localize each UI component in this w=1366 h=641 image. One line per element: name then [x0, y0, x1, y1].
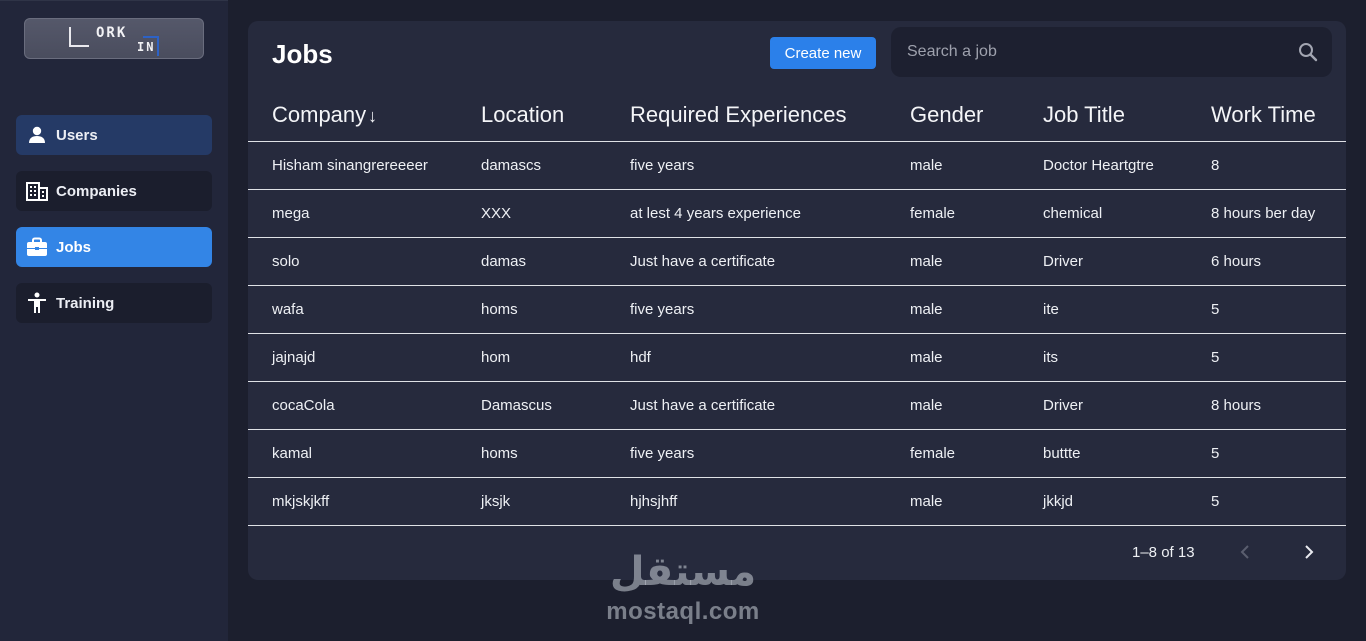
- cell-company: Hisham sinangrereeeer: [248, 141, 481, 190]
- cell-job-title: its: [1043, 333, 1211, 382]
- cell-work-time: 5: [1211, 333, 1346, 382]
- table-row[interactable]: mkjskjkff jksjk hjhsjhff male jkkjd 5: [248, 477, 1346, 526]
- table-row[interactable]: Hisham sinangrereeeer damascs five years ma…: [248, 141, 1346, 190]
- cell-company: mkjskjkff: [248, 477, 481, 526]
- column-header-required-experiences[interactable]: Required Experiences: [630, 89, 910, 142]
- person-stretch-icon: [26, 292, 48, 314]
- table-row[interactable]: jajnajd hom hdf male its 5: [248, 333, 1346, 382]
- cell-company: mega: [248, 189, 481, 238]
- watermark-logo: مستقل mostaql.com: [598, 548, 768, 630]
- column-header-location[interactable]: Location: [481, 89, 630, 142]
- cell-required-experiences: Just have a certificate: [630, 237, 910, 286]
- jobs-card: Jobs Create new Company↓ Location Requir…: [248, 21, 1346, 580]
- cell-company: wafa: [248, 285, 481, 334]
- cell-work-time: 5: [1211, 477, 1346, 526]
- cell-gender: male: [910, 333, 1043, 382]
- cell-required-experiences: at lest 4 years experience: [630, 189, 910, 238]
- create-new-button[interactable]: Create new: [770, 37, 876, 69]
- cell-company: jajnajd: [248, 333, 481, 382]
- cell-work-time: 5: [1211, 285, 1346, 334]
- cell-job-title: Driver: [1043, 237, 1211, 286]
- sidebar-item-label: Companies: [56, 182, 137, 200]
- cell-gender: male: [910, 237, 1043, 286]
- table-row[interactable]: kamal homs five years female buttte 5: [248, 429, 1346, 478]
- search-box: [891, 27, 1332, 77]
- cell-gender: male: [910, 381, 1043, 430]
- table-row[interactable]: solo damas Just have a certificate male Driv…: [248, 237, 1346, 286]
- cell-work-time: 8 hours ber day: [1211, 189, 1346, 238]
- cell-job-title: buttte: [1043, 429, 1211, 478]
- cell-location: homs: [481, 429, 630, 478]
- cell-required-experiences: five years: [630, 285, 910, 334]
- cell-job-title: chemical: [1043, 189, 1211, 238]
- table-row[interactable]: cocaCola Damascus Just have a certificate m…: [248, 381, 1346, 430]
- cell-gender: male: [910, 477, 1043, 526]
- cell-work-time: 8: [1211, 141, 1346, 190]
- column-header-work-time[interactable]: Work Time: [1211, 89, 1346, 142]
- cell-required-experiences: hdf: [630, 333, 910, 382]
- cell-job-title: ite: [1043, 285, 1211, 334]
- cell-work-time: 5: [1211, 429, 1346, 478]
- sidebar: ORK IN Users Companies Jobs Training: [0, 0, 228, 641]
- cell-gender: female: [910, 189, 1043, 238]
- cell-required-experiences: hjhsjhff: [630, 477, 910, 526]
- sidebar-item-training[interactable]: Training: [16, 283, 212, 323]
- cell-job-title: Doctor Heartgtre: [1043, 141, 1211, 190]
- chevron-right-icon[interactable]: [1302, 543, 1316, 566]
- pagination-range: 1–8 of 13: [1132, 544, 1195, 561]
- sidebar-item-companies[interactable]: Companies: [16, 171, 212, 211]
- column-header-job-title[interactable]: Job Title: [1043, 89, 1211, 142]
- app-logo[interactable]: ORK IN: [24, 18, 204, 59]
- cell-location: Damascus: [481, 381, 630, 430]
- cell-company: solo: [248, 237, 481, 286]
- cell-required-experiences: five years: [630, 141, 910, 190]
- sidebar-item-jobs[interactable]: Jobs: [16, 227, 212, 267]
- cell-work-time: 8 hours: [1211, 381, 1346, 430]
- logo-text-top: ORK: [96, 25, 128, 41]
- column-header-label: Company: [272, 101, 367, 127]
- cell-required-experiences: five years: [630, 429, 910, 478]
- sidebar-item-label: Jobs: [56, 238, 92, 256]
- user-icon: [26, 124, 48, 146]
- table-body: Hisham sinangrereeeer damascs five years ma…: [248, 141, 1346, 526]
- briefcase-icon: [26, 236, 48, 258]
- sidebar-item-label: Users: [56, 126, 98, 144]
- cell-required-experiences: Just have a certificate: [630, 381, 910, 430]
- cell-location: jksjk: [481, 477, 630, 526]
- cell-company: kamal: [248, 429, 481, 478]
- cell-gender: female: [910, 429, 1043, 478]
- watermark-arabic-text: مستقل: [609, 549, 757, 595]
- logo-text-bottom: IN: [137, 40, 156, 54]
- search-icon[interactable]: [1298, 42, 1318, 67]
- page-title: Jobs: [272, 39, 333, 69]
- cell-location: homs: [481, 285, 630, 334]
- watermark-latin-text: mostaql.com: [606, 598, 760, 625]
- table-header-row: Company ↓ Location Required Experiences G…: [248, 89, 1346, 142]
- pagination: 1–8 of 13: [248, 541, 1346, 565]
- jobs-table: Company ↓ Location Required Experiences G…: [248, 89, 1346, 526]
- cell-gender: male: [910, 285, 1043, 334]
- cell-location: hom: [481, 333, 630, 382]
- cell-gender: male: [910, 141, 1043, 190]
- column-header-company[interactable]: Company ↓: [248, 89, 481, 142]
- cell-company: cocaCola: [248, 381, 481, 430]
- table-row[interactable]: mega XXX at lest 4 years experience female c…: [248, 189, 1346, 238]
- cell-location: damas: [481, 237, 630, 286]
- cell-location: XXX: [481, 189, 630, 238]
- cell-work-time: 6 hours: [1211, 237, 1346, 286]
- table-row[interactable]: wafa homs five years male ite 5: [248, 285, 1346, 334]
- sidebar-item-users[interactable]: Users: [16, 115, 212, 155]
- cell-job-title: Driver: [1043, 381, 1211, 430]
- logo-bracket-left: [69, 27, 89, 47]
- cell-job-title: jkkjd: [1043, 477, 1211, 526]
- column-header-gender[interactable]: Gender: [910, 89, 1043, 142]
- chevron-left-icon[interactable]: [1238, 543, 1252, 566]
- sort-arrow-down-icon[interactable]: ↓: [368, 106, 377, 126]
- search-input[interactable]: [891, 27, 1291, 77]
- sidebar-item-label: Training: [56, 294, 115, 312]
- building-icon: [26, 180, 48, 202]
- cell-location: damascs: [481, 141, 630, 190]
